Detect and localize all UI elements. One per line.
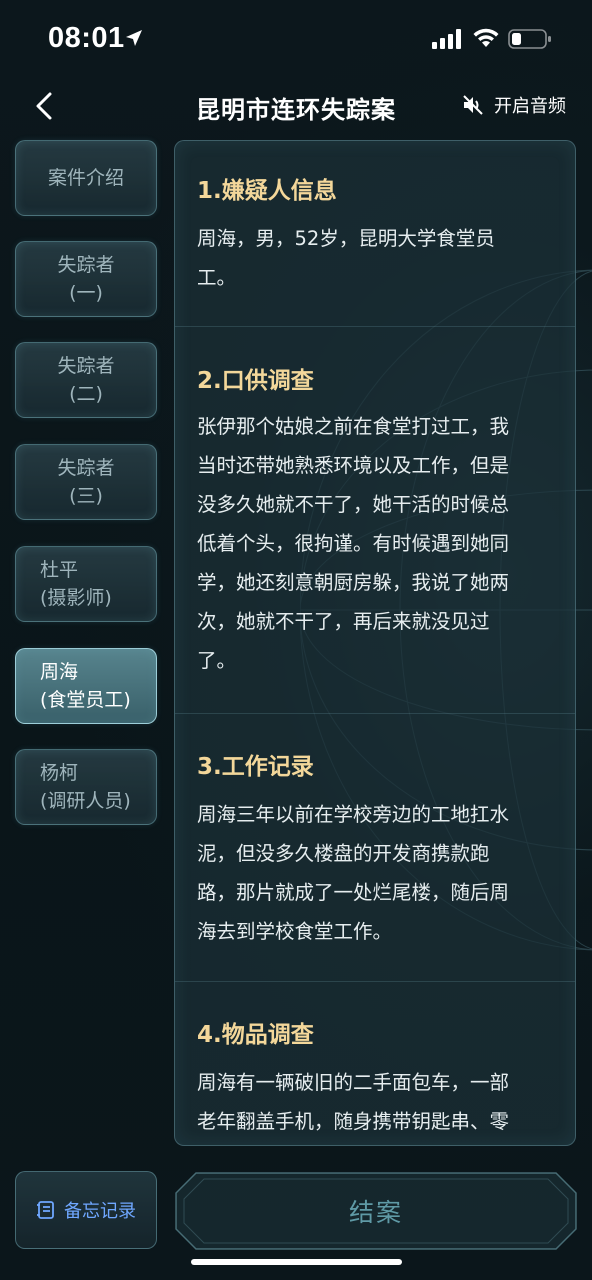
sidebar-item-label: 周海 (40, 661, 79, 683)
body-line: 泥，但没多久楼盘的开发商携款跑 (197, 842, 490, 865)
section-title: 2.口供调查 (197, 368, 314, 394)
section-divider (175, 981, 575, 982)
section-divider (175, 713, 575, 714)
sidebar-item-label: 杜平 (40, 559, 79, 581)
audio-toggle-label: 开启音频 (494, 96, 566, 117)
body-line: 当时还带她熟悉环境以及工作，但是 (197, 454, 510, 477)
sidebar-item-case-intro[interactable]: 案件介绍 (15, 140, 157, 216)
sidebar-item-sublabel: (三) (69, 485, 103, 507)
cellular-signal-icon (432, 29, 461, 49)
speaker-muted-icon (463, 95, 483, 115)
status-bar: 08:01 (0, 0, 592, 80)
section-body: 周海三年以前在学校旁边的工地扛水 泥，但没多久楼盘的开发商携款跑 路，那片就成了… (197, 795, 541, 951)
body-line: 没多久她就不干了，她干活的时候总 (197, 493, 510, 516)
body-line: 海去到学校食堂工作。 (197, 920, 393, 943)
body-line: 老年翻盖手机，随身携带钥匙串、零 (197, 1110, 510, 1133)
section-title: 1.嫌疑人信息 (197, 178, 337, 204)
sidebar-item-missing-3[interactable]: 失踪者 (三) (15, 444, 157, 520)
body-line: 周海三年以前在学校旁边的工地扛水 (197, 803, 510, 826)
wifi-icon (473, 28, 499, 47)
body-line: 工。 (197, 266, 237, 289)
body-line: 周海，男，52岁，昆明大学食堂员 (197, 227, 495, 250)
sidebar-item-label: 杨柯 (40, 762, 79, 784)
memo-button[interactable]: 备忘记录 (15, 1171, 157, 1249)
memo-label: 备忘记录 (64, 1201, 136, 1222)
sidebar-item-label: 失踪者 (57, 457, 115, 479)
audio-toggle-button[interactable]: 开启音频 (462, 92, 566, 118)
sidebar-item-missing-2[interactable]: 失踪者 (二) (15, 342, 157, 418)
battery-icon (508, 29, 551, 49)
body-line: 路，那片就成了一处烂尾楼，随后周 (197, 881, 510, 904)
location-arrow-icon (126, 30, 142, 46)
section-body: 张伊那个姑娘之前在食堂打过工，我 当时还带她熟悉环境以及工作，但是 没多久她就不… (197, 407, 541, 680)
sidebar-item-label: 案件介绍 (47, 167, 124, 189)
memo-list-icon (37, 1201, 54, 1219)
sidebar-item-sublabel: (调研人员) (40, 790, 131, 812)
body-line: 学，她还刻意朝厨房躲，我说了她两 (197, 571, 510, 594)
sidebar-item-yang-ke[interactable]: 杨柯 (调研人员) (15, 749, 157, 825)
status-time: 08:01 (48, 22, 125, 54)
close-case-label: 结案 (348, 1198, 403, 1227)
close-case-button[interactable]: 结案 (174, 1171, 578, 1251)
sidebar-item-du-ping[interactable]: 杜平 (摄影师) (15, 546, 157, 622)
section-title: 3.工作记录 (197, 754, 314, 780)
sidebar-item-zhou-hai[interactable]: 周海 (食堂员工) (15, 648, 157, 724)
section-divider (175, 326, 575, 327)
section-body: 周海有一辆破旧的二手面包车，一部 老年翻盖手机，随身携带钥匙串、零 (197, 1063, 541, 1141)
home-indicator (191, 1259, 402, 1265)
sidebar-item-sublabel: (一) (69, 282, 103, 304)
body-line: 周海有一辆破旧的二手面包车，一部 (197, 1071, 510, 1094)
body-line: 张伊那个姑娘之前在食堂打过工，我 (197, 415, 510, 438)
sidebar-item-label: 失踪者 (57, 355, 115, 377)
sidebar-item-label: 失踪者 (57, 254, 115, 276)
body-line: 了。 (197, 649, 237, 672)
body-line: 低着个头，很拘谨。有时候遇到她同 (197, 532, 510, 555)
body-line: 次，她就不干了，再后来就没见过 (197, 610, 490, 633)
content-panel[interactable]: 1.嫌疑人信息 周海，男，52岁，昆明大学食堂员 工。 2.口供调查 张伊那个姑… (174, 140, 576, 1146)
header: 昆明市连环失踪案 开启音频 (0, 80, 592, 132)
sidebar-item-sublabel: (摄影师) (40, 587, 112, 609)
sidebar-item-sublabel: (食堂员工) (40, 689, 131, 711)
section-title: 4.物品调查 (197, 1022, 314, 1048)
sidebar-item-missing-1[interactable]: 失踪者 (一) (15, 241, 157, 317)
section-body: 周海，男，52岁，昆明大学食堂员 工。 (197, 219, 541, 297)
sidebar-item-sublabel: (二) (69, 383, 103, 405)
